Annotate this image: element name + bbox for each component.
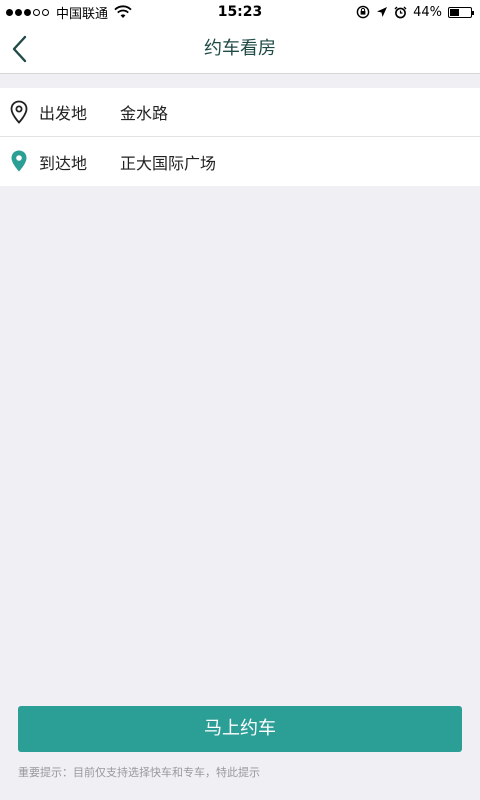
status-bar: 中国联通 15:23 44% — [0, 0, 480, 24]
location-arrow-icon — [377, 7, 388, 17]
notice-text: 重要提示：目前仅支持选择快车和专车，特此提示 — [18, 766, 260, 779]
origin-row[interactable]: 出发地 金水路 — [0, 88, 480, 137]
route-card: 出发地 金水路 到达地 正大国际广场 — [0, 88, 480, 186]
screen: 中国联通 15:23 44% 约车看房 出发地 金水路 到达地 正大国际广场 马… — [0, 0, 480, 800]
destination-row[interactable]: 到达地 正大国际广场 — [0, 137, 480, 186]
location-outline-icon — [10, 100, 28, 124]
battery-icon — [448, 6, 474, 18]
location-filled-icon — [11, 150, 27, 172]
destination-label: 到达地 — [39, 153, 88, 173]
alarm-icon — [394, 6, 407, 18]
book-now-button[interactable]: 马上约车 — [18, 706, 462, 752]
origin-label: 出发地 — [39, 104, 88, 123]
rotation-lock-icon — [356, 5, 370, 19]
status-right: 44% — [350, 0, 474, 24]
battery-fill — [450, 8, 459, 16]
battery-percent: 44% — [413, 4, 442, 20]
nav-bar: 约车看房 — [0, 24, 480, 74]
page-title: 约车看房 — [204, 38, 276, 59]
destination-value[interactable]: 正大国际广场 — [120, 150, 216, 174]
origin-value[interactable]: 金水路 — [120, 100, 168, 124]
